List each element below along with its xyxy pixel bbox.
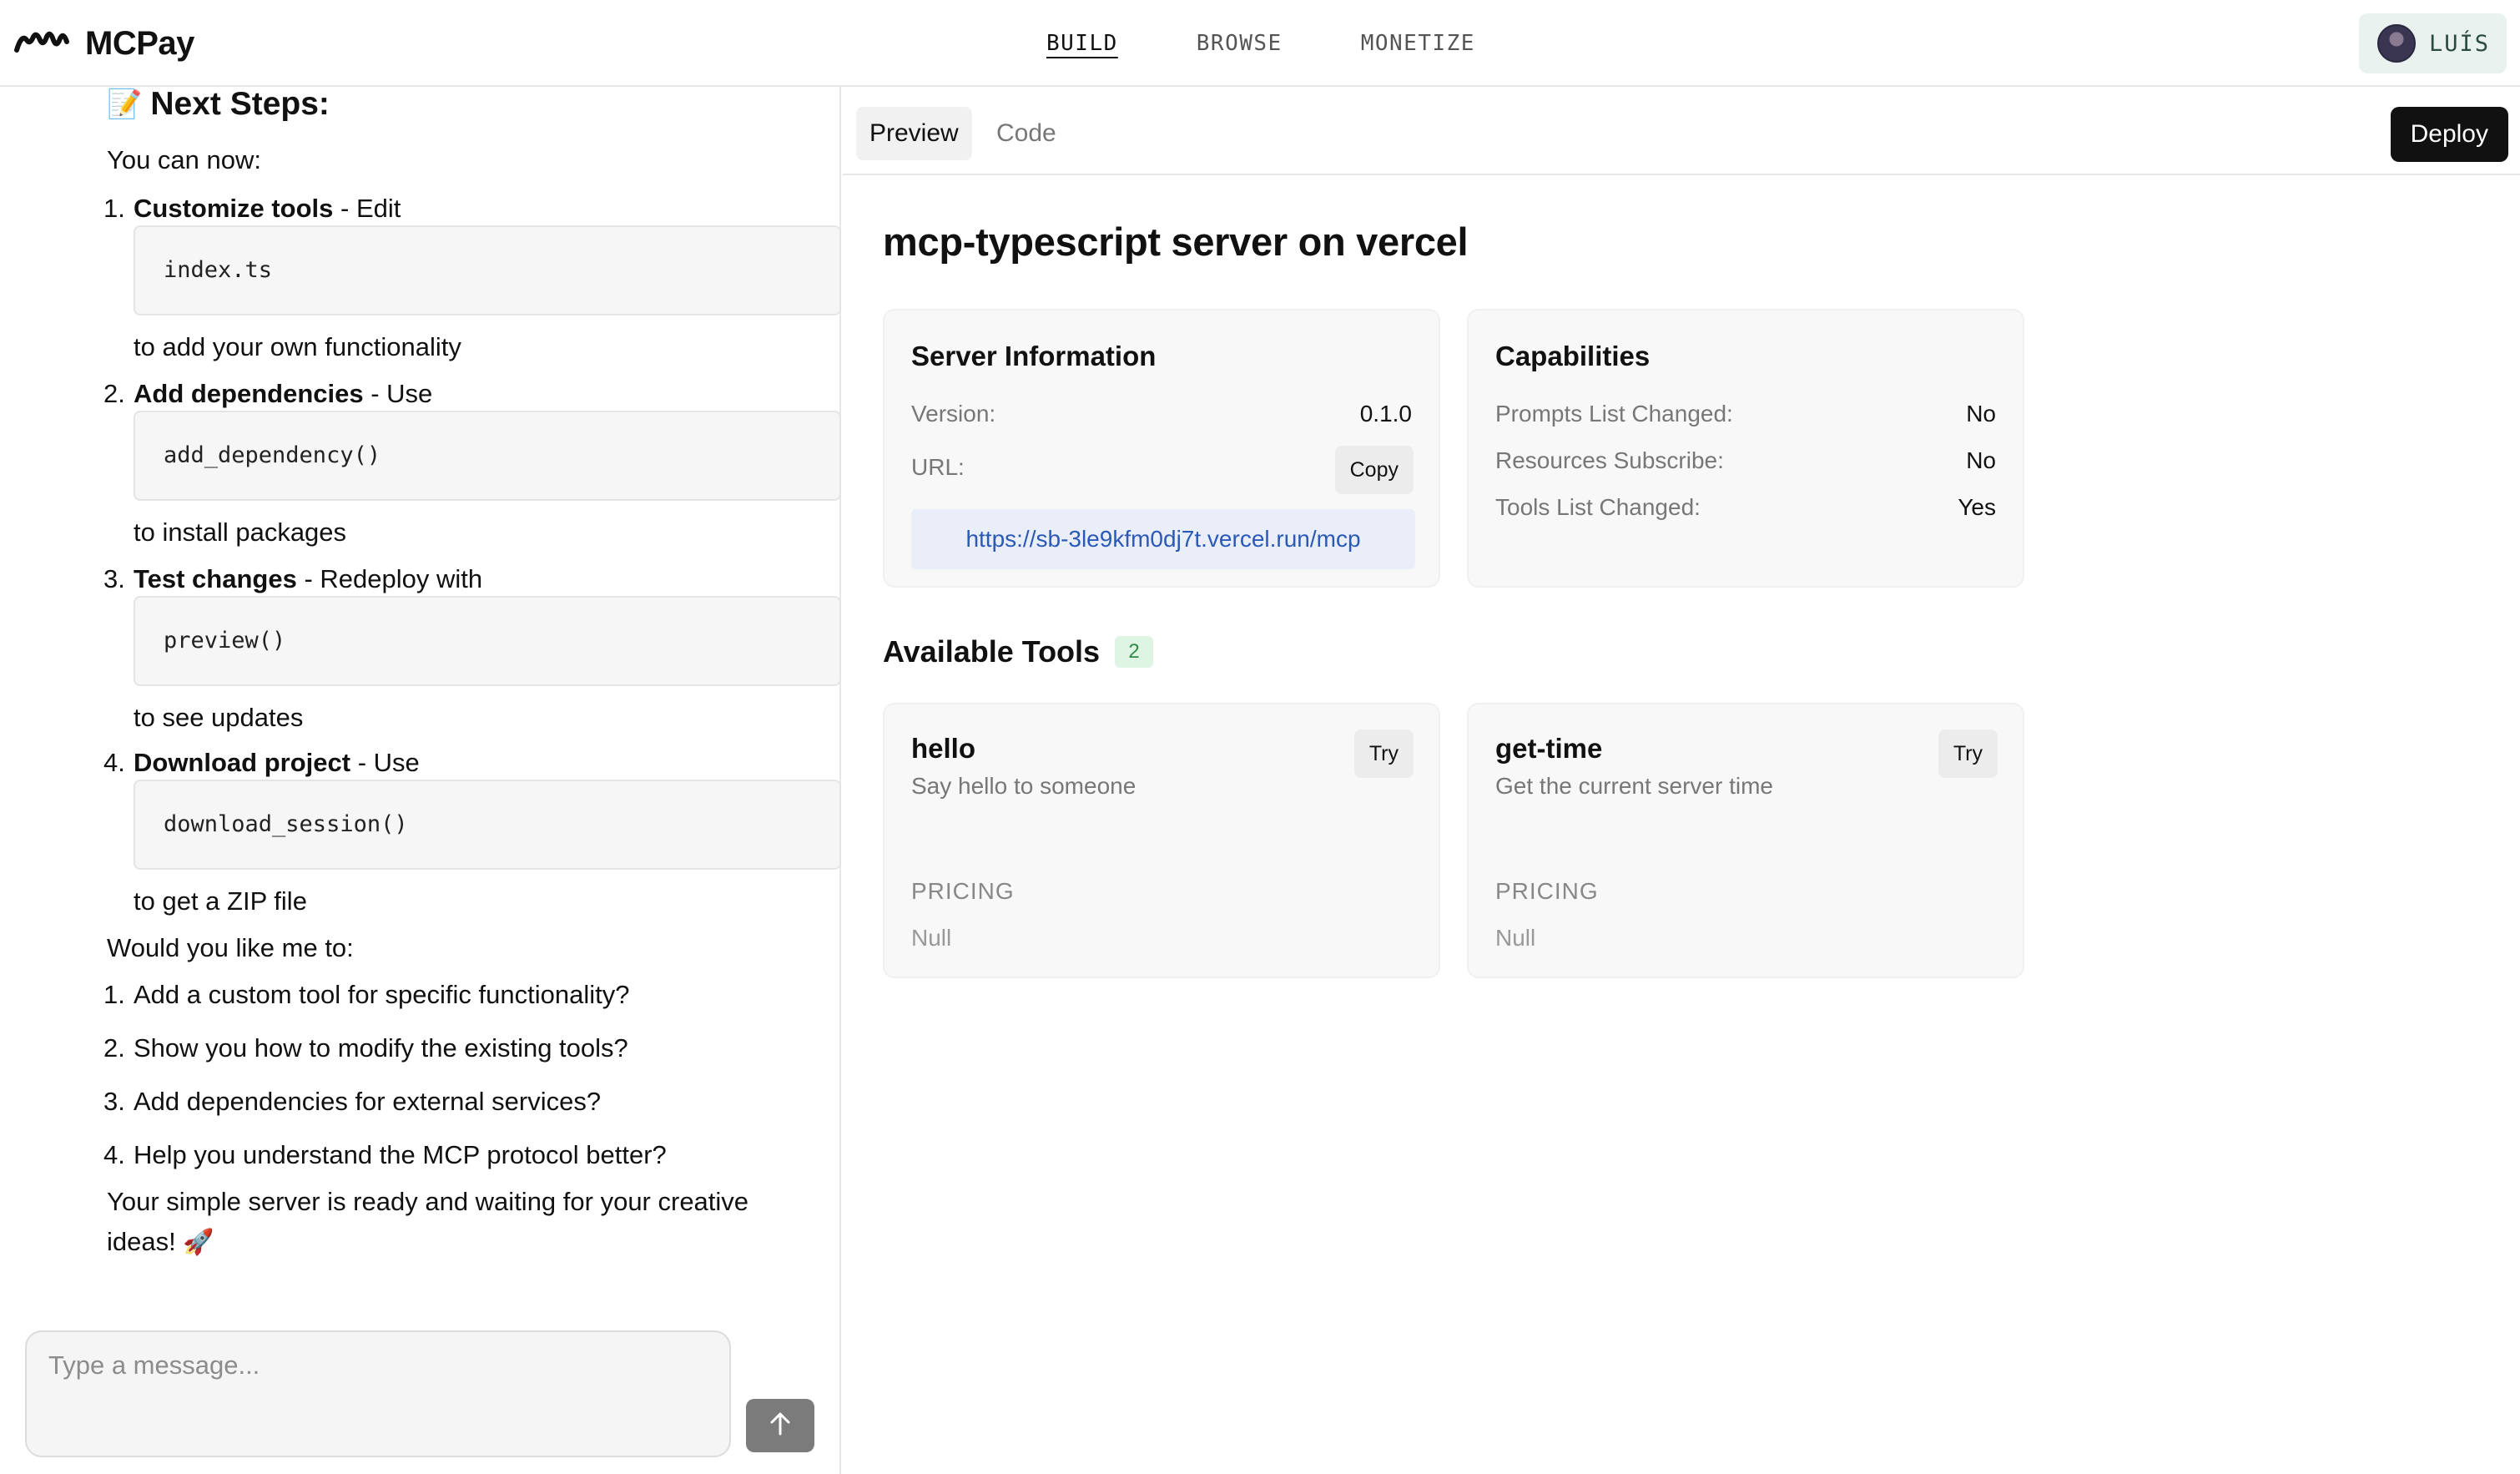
capability-value: No (1966, 447, 1996, 473)
page-title: mcp-typescript server on vercel (883, 220, 1469, 264)
pricing-value: Null (1495, 925, 1536, 951)
next-steps-heading: 📝 Next Steps: (107, 83, 330, 126)
capability-label: Resources Subscribe: (1495, 447, 1724, 473)
step-title: Customize tools - Edit (134, 192, 401, 225)
server-info-card: Server Information Version: 0.1.0 URL: C… (883, 309, 1440, 588)
option-number: 3. (103, 1087, 125, 1116)
step-title: Add dependencies - Use (134, 377, 432, 411)
option-text: Add a custom tool for specific functiona… (134, 980, 630, 1009)
capabilities-card: Capabilities Prompts List Changed: No Re… (1467, 309, 2024, 588)
available-tools-heading: Available Tools 2 (883, 634, 1154, 669)
tab-preview[interactable]: Preview (856, 107, 972, 160)
code-block: preview() (134, 596, 841, 686)
user-menu-button[interactable]: LUÍS (2358, 13, 2507, 73)
send-button[interactable] (746, 1399, 814, 1452)
code-block: download_session() (134, 780, 841, 870)
tab-code[interactable]: Code (983, 107, 1070, 160)
step-after-text: to install packages (134, 517, 347, 547)
pricing-label: PRICING (1495, 878, 1599, 904)
tool-card: hello Say hello to someone Try PRICING N… (883, 703, 1440, 978)
heading-text: Next Steps: (150, 86, 330, 122)
tools-count-badge: 2 (1115, 636, 1154, 668)
version-label: Version: (911, 401, 996, 427)
try-button[interactable]: Try (1938, 729, 1998, 778)
server-url-link[interactable]: https://sb-3le9kfm0dj7t.vercel.run/mcp (911, 509, 1415, 569)
capability-label: Tools List Changed: (1495, 494, 1701, 520)
user-name: LUÍS (2428, 30, 2490, 57)
closing-line-1: Your simple server is ready and waiting … (107, 1187, 749, 1216)
try-button[interactable]: Try (1353, 729, 1414, 778)
step-title-bold: Download project (134, 748, 351, 777)
closing-text: ideas! (107, 1227, 176, 1256)
avatar (2376, 24, 2416, 63)
capabilities-heading: Capabilities (1495, 341, 1651, 371)
top-header: MCPay BUILD BROWSE MONETIZE LUÍS (0, 0, 2520, 87)
tool-description: Get the current server time (1495, 773, 1774, 799)
step-verb: - Use (350, 748, 420, 777)
nav-browse[interactable]: BROWSE (1197, 31, 1283, 56)
question-text: Would you like me to: (107, 933, 354, 962)
option-text: Help you understand the MCP protocol bet… (134, 1140, 667, 1169)
url-label: URL: (911, 454, 965, 480)
main-nav: BUILD BROWSE MONETIZE (1046, 0, 1475, 87)
step-title: Download project - Use (134, 746, 420, 780)
closing-line-2: ideas! 🚀 (107, 1225, 214, 1259)
deploy-button[interactable]: Deploy (2390, 107, 2508, 162)
copy-button[interactable]: Copy (1334, 446, 1414, 494)
arrow-up-icon (769, 1411, 792, 1441)
step-number: 1. (103, 194, 125, 223)
option-text: Show you how to modify the existing tool… (134, 1033, 628, 1063)
pricing-value: Null (911, 925, 952, 951)
step-verb: - Edit (333, 194, 401, 223)
tool-name: hello (911, 733, 976, 764)
option-number: 1. (103, 980, 125, 1009)
step-after-text: to add your own functionality (134, 332, 461, 361)
preview-panel: Preview Code Deploy mcp-typescript serve… (843, 87, 2520, 1474)
brand-name: MCPay (85, 24, 194, 62)
step-verb: - Redeploy with (296, 564, 483, 593)
code-block: index.ts (134, 225, 841, 315)
nav-build[interactable]: BUILD (1046, 31, 1118, 56)
capability-label: Prompts List Changed: (1495, 401, 1733, 427)
rocket-icon: 🚀 (183, 1229, 214, 1256)
step-title-bold: Add dependencies (134, 379, 364, 408)
option-number: 4. (103, 1140, 125, 1169)
capability-value: Yes (1958, 494, 1996, 520)
brand-logo[interactable]: MCPay (13, 18, 194, 68)
capability-value: No (1966, 401, 1996, 427)
preview-tabs-bar: Preview Code Deploy (843, 87, 2520, 175)
step-number: 2. (103, 379, 125, 408)
server-info-heading: Server Information (911, 341, 1157, 371)
tool-description: Say hello to someone (911, 773, 1137, 799)
step-after-text: to get a ZIP file (134, 886, 307, 916)
tools-heading-text: Available Tools (883, 634, 1101, 669)
tool-card: get-time Get the current server time Try… (1467, 703, 2024, 978)
message-composer[interactable] (25, 1330, 731, 1457)
nav-monetize[interactable]: MONETIZE (1361, 31, 1475, 56)
chat-panel: 📝 Next Steps: You can now: 1. Customize … (0, 86, 841, 1474)
tool-name: get-time (1495, 733, 1603, 764)
option-number: 2. (103, 1033, 125, 1063)
intro-text: You can now: (107, 145, 262, 174)
step-number: 3. (103, 564, 125, 593)
step-verb: - Use (363, 379, 433, 408)
code-block: add_dependency() (134, 411, 841, 501)
step-after-text: to see updates (134, 703, 304, 732)
pricing-label: PRICING (911, 878, 1015, 904)
version-value: 0.1.0 (1359, 401, 1412, 427)
mcpay-logo-icon (13, 30, 70, 58)
step-title: Test changes - Redeploy with (134, 563, 482, 596)
step-title-bold: Test changes (134, 564, 297, 593)
memo-icon: 📝 (107, 88, 143, 121)
step-number: 4. (103, 748, 125, 777)
step-title-bold: Customize tools (134, 194, 334, 223)
option-text: Add dependencies for external services? (134, 1087, 602, 1116)
message-input[interactable] (48, 1350, 708, 1381)
